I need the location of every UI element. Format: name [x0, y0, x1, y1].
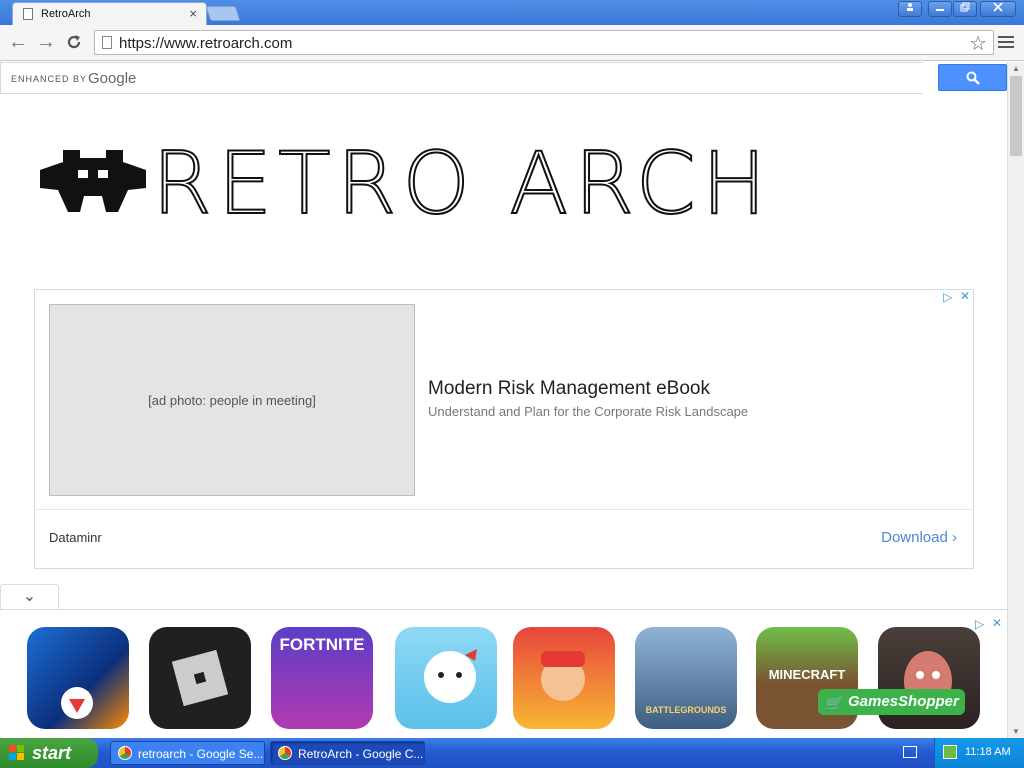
taskbar-item-label: retroarch - Google Se... [138, 747, 264, 761]
reload-button[interactable] [62, 30, 86, 54]
page-icon [102, 36, 112, 49]
start-label: start [32, 743, 72, 763]
ad-download-link[interactable]: Download › [881, 529, 957, 546]
download-label: Download [881, 529, 948, 546]
toca-character-icon [424, 649, 477, 703]
browser-titlebar: RetroArch × [0, 0, 1024, 25]
taskbar-item-google-search[interactable]: retroarch - Google Se... [110, 741, 265, 765]
controller-cart-icon: 🛒 [824, 695, 843, 712]
bookmark-star-icon[interactable]: ☆ [969, 31, 987, 56]
taskbar-item-label: RetroArch - Google C... [298, 747, 424, 761]
collapse-banner-button[interactable]: ⌄ [0, 584, 59, 610]
games-shopper-badge[interactable]: 🛒 GamesShopper [818, 689, 965, 715]
address-bar[interactable]: https://www.retroarch.com ☆ [94, 30, 994, 55]
back-arrow-icon: ← [8, 31, 28, 53]
retroarch-invader-logo [40, 150, 146, 212]
page-icon [23, 8, 33, 20]
address-url[interactable]: https://www.retroarch.com [119, 35, 292, 52]
adchoices-icon[interactable]: ▷ [943, 290, 952, 304]
chrome-icon [278, 746, 292, 760]
user-button[interactable] [898, 1, 922, 17]
back-button[interactable]: ← [6, 30, 30, 54]
windows-taskbar: start retroarch - Google Se... RetroArch… [0, 738, 1024, 768]
minecraft-label: MINECRAFT [768, 667, 846, 682]
app-subway-surfers[interactable] [513, 627, 615, 729]
network-icon[interactable] [943, 745, 957, 759]
chevron-down-icon: ⌄ [22, 588, 37, 605]
windows-flag-icon [9, 745, 24, 760]
ad-description[interactable]: Understand and Plan for the Corporate Ri… [428, 404, 748, 419]
restore-icon [960, 2, 970, 12]
google-search-input[interactable]: ENHANCED BY Google [0, 62, 923, 94]
app-fortnite[interactable]: FORTNITE [271, 627, 373, 729]
minimize-button[interactable] [928, 1, 952, 17]
app-toca-boca[interactable] [395, 627, 497, 729]
close-icon [993, 2, 1003, 12]
chrome-menu-button[interactable] [998, 34, 1014, 50]
app-free-fire[interactable] [27, 627, 129, 729]
app-pubg[interactable]: BATTLEGROUNDS [635, 627, 737, 729]
tab-title: RetroArch [41, 8, 91, 20]
retroarch-wordmark: RETRO ARCH [151, 133, 773, 235]
scroll-up-icon[interactable]: ▲ [1012, 64, 1020, 73]
page-viewport: ENHANCED BY Google RETRO ARCH [ad photo:… [0, 62, 1007, 738]
chevron-right-icon: › [952, 529, 957, 546]
subway-surfers-icon [541, 651, 585, 701]
close-window-button[interactable] [980, 1, 1016, 17]
forward-button[interactable]: → [34, 30, 58, 54]
close-tab-icon[interactable]: × [189, 6, 197, 21]
fortnite-label: FORTNITE [279, 635, 365, 654]
minimize-icon [936, 9, 944, 11]
ad-advertiser[interactable]: Dataminr [49, 530, 102, 545]
adchoices-icon[interactable]: ▷ [975, 617, 984, 631]
scroll-down-icon[interactable]: ▼ [1012, 727, 1020, 736]
search-button[interactable] [938, 64, 1007, 91]
games-banner-ad[interactable]: ▷ ✕ FORTNITE BATTLEGROUNDS MINECRAFT 🛒 G… [0, 609, 1007, 738]
scroll-thumb[interactable] [1010, 76, 1022, 156]
search-icon [966, 71, 980, 85]
taskbar-item-retroarch[interactable]: RetroArch - Google C... [270, 741, 425, 765]
user-icon [907, 3, 913, 11]
ad-close-icon[interactable]: ✕ [960, 289, 970, 303]
restore-button[interactable] [953, 1, 977, 17]
ad-divider [35, 509, 973, 510]
free-fire-icon [61, 687, 93, 719]
vertical-scrollbar[interactable]: ▲ ▼ [1007, 62, 1024, 738]
ad-photo-meeting[interactable]: [ad photo: people in meeting] [49, 304, 415, 496]
new-tab-button[interactable] [205, 6, 241, 21]
ad-headline[interactable]: Modern Risk Management eBook [428, 378, 710, 400]
keyboard-icon[interactable] [903, 746, 917, 758]
browser-toolbar: ← → https://www.retroarch.com ☆ [0, 25, 1024, 61]
clock[interactable]: 11:18 AM [965, 746, 1011, 758]
app-roblox[interactable] [149, 627, 251, 729]
reload-icon [67, 35, 81, 49]
pubg-label: BATTLEGROUNDS [645, 705, 727, 715]
google-logo: Google [88, 70, 137, 87]
forward-arrow-icon: → [36, 31, 56, 53]
roblox-icon [171, 649, 229, 707]
enhanced-by-label: ENHANCED BY [11, 74, 88, 84]
start-button[interactable]: start [0, 738, 98, 768]
advertisement[interactable]: [ad photo: people in meeting] Modern Ris… [34, 289, 974, 569]
chrome-icon [118, 746, 132, 760]
system-tray: 11:18 AM [934, 738, 1024, 768]
games-shopper-label: GamesShopper [848, 693, 959, 710]
ad-close-icon[interactable]: ✕ [992, 616, 1002, 630]
tab-retroarch[interactable]: RetroArch × [12, 2, 207, 25]
